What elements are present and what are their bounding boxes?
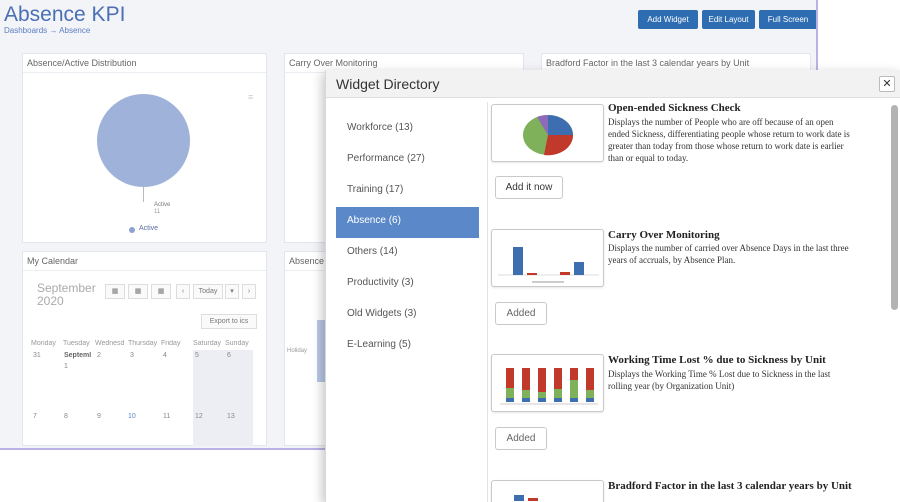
calendar-date[interactable]: 3 [130,352,134,359]
widget-description: Displays the Working Time % Lost due to … [608,369,831,391]
widget-directory-modal: Widget Directory ✕ Workforce (13) Perfor… [325,70,900,502]
calendar-date[interactable]: 5 [195,352,199,359]
weekday-header: Thursday [128,340,158,347]
stacked-bar-thumbnail-icon [500,368,598,405]
widget-thumbnail[interactable] [491,480,604,502]
calendar-dropdown-icon[interactable]: ▾ [225,284,239,299]
widget-title: Working Time Lost % due to Sickness by U… [608,354,826,366]
calendar-weekend-shade [193,350,253,446]
screen: Absence KPI Dashboards → Absence Add Wid… [0,0,900,502]
weekday-header: Wednesd [95,340,125,347]
legend-dot-icon [129,227,135,233]
breadcrumb-absence[interactable]: Absence [59,26,90,35]
calendar-date[interactable]: 8 [64,413,68,420]
weekday-header: Friday [161,340,181,347]
widget-title: Bradford Factor in the last 3 calendar y… [608,480,852,492]
panel-title: My Calendar [27,256,79,266]
bar-thumbnail-icon [514,495,538,501]
panel-title: Absence/Active Distribution [27,58,137,68]
pie-label-connector [143,187,144,202]
added-button[interactable]: Added [495,427,547,450]
panel-divider [23,270,266,271]
add-widget-button[interactable]: Add Widget [638,10,698,29]
add-it-now-button[interactable]: Add it now [495,176,563,199]
modal-title: Widget Directory [336,76,440,92]
weekday-header: Saturday [193,340,222,347]
category-performance[interactable]: Performance (27) [336,145,479,176]
weekday-header: Monday [31,340,56,347]
calendar-view-month-icon[interactable]: ▦ [105,284,125,299]
widget-thumbnail[interactable] [491,354,604,412]
calendar-month: September 2020 [37,282,96,308]
calendar-next-icon[interactable]: › [242,284,256,299]
category-workforce[interactable]: Workforce (13) [336,114,479,145]
calendar-today-button[interactable]: Today [193,284,223,299]
calendar-year: 2020 [37,294,64,308]
calendar-date[interactable]: 7 [33,413,37,420]
chart-axis-label: Holiday [287,348,308,354]
weekday-header: Sunday [225,340,249,347]
breadcrumb: Dashboards → Absence [4,26,90,35]
full-screen-button[interactable]: Full Screen [759,10,816,29]
calendar-prev-icon[interactable]: ‹ [176,284,190,299]
pie-slice-label: Active [154,202,171,208]
bar-thumbnail-icon [498,247,599,283]
pie-slice-value: 11 [154,209,161,215]
category-list: Workforce (13) Performance (27) Training… [336,114,479,362]
calendar-view-week-icon[interactable]: ▦ [128,284,148,299]
pie-thumbnail-icon [523,114,574,156]
modal-divider [487,102,488,502]
calendar-date[interactable]: 10 [128,413,136,420]
pie-chart [97,94,190,187]
breadcrumb-dashboards[interactable]: Dashboards [4,26,47,35]
category-training[interactable]: Training (17) [336,176,479,207]
category-old-widgets[interactable]: Old Widgets (3) [336,300,479,331]
category-others[interactable]: Others (14) [336,238,479,269]
calendar-date[interactable]: 12 [195,413,203,420]
panel-title: Carry Over Monitoring [289,58,378,68]
breadcrumb-arrow-icon: → [49,26,58,35]
calendar-date[interactable]: 2 [97,352,101,359]
calendar-panel: My Calendar September 2020 ▦ ▦ ▦ ‹ Today… [22,251,267,446]
legend-label[interactable]: Active [139,225,158,232]
category-absence[interactable]: Absence (6) [336,207,479,238]
chart-menu-icon[interactable]: ≡ [248,92,253,102]
calendar-date[interactable]: 31 [33,352,41,359]
edit-layout-button[interactable]: Edit Layout [702,10,755,29]
added-button[interactable]: Added [495,302,547,325]
scrollbar-thumb[interactable] [891,105,898,310]
widget-thumbnail[interactable] [491,229,604,287]
calendar-date[interactable]: 11 [163,413,170,420]
calendar-date[interactable]: 9 [97,413,101,420]
calendar-date[interactable]: 4 [163,352,167,359]
panel-title: Bradford Factor in the last 3 calendar y… [546,58,750,68]
page-title: Absence KPI [4,3,126,26]
calendar-date[interactable]: 1 [64,363,68,370]
widget-description: Displays the number of People who are of… [608,117,850,163]
category-productivity[interactable]: Productivity (3) [336,269,479,300]
widget-title: Carry Over Monitoring [608,229,720,241]
export-ics-button[interactable]: Export to ics [201,314,257,329]
calendar-date[interactable]: 13 [227,413,235,420]
panel-divider [23,72,266,73]
absence-distribution-panel: Absence/Active Distribution ≡ Active 11 … [22,53,267,243]
close-icon[interactable]: ✕ [879,76,895,92]
widget-thumbnail[interactable] [491,104,604,162]
widget-title: Open-ended Sickness Check [608,102,741,114]
calendar-view-day-icon[interactable]: ▦ [151,284,171,299]
widget-description: Displays the number of carried over Abse… [608,243,849,265]
calendar-date[interactable]: 6 [227,352,231,359]
weekday-header: Tuesday [63,340,90,347]
calendar-date[interactable]: Septeml [64,352,96,359]
category-e-learning[interactable]: E-Learning (5) [336,331,479,362]
modal-header: Widget Directory ✕ [326,70,900,98]
modal-scrollbar[interactable] [891,105,898,502]
